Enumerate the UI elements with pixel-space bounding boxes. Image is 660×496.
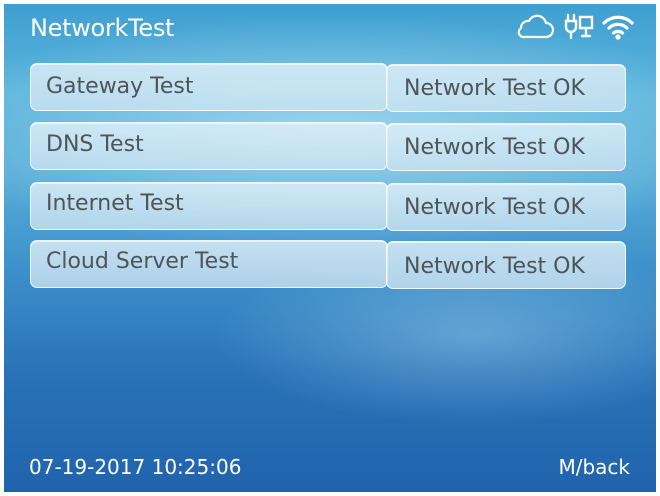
test-name: Cloud Server Test [46, 249, 239, 274]
test-name-cell: Cloud Server Test [30, 240, 388, 288]
test-result-cell: Network Test OK [386, 183, 626, 231]
test-result: Network Test OK [404, 195, 585, 220]
datetime-readout: 07-19-2017 10:25:06 [29, 455, 242, 479]
test-result: Network Test OK [404, 254, 585, 279]
test-result-cell: Network Test OK [386, 64, 626, 112]
status-icons [516, 12, 634, 44]
title-bar: NetworkTest [4, 4, 656, 50]
test-name-cell: Gateway Test [30, 63, 388, 111]
back-button[interactable]: M/back [558, 455, 630, 479]
device-screen: NetworkTest Gateway Test Network Test OK… [4, 4, 656, 492]
test-result: Network Test OK [404, 135, 585, 160]
ethernet-plug-icon [564, 12, 594, 46]
test-result-cell: Network Test OK [386, 123, 626, 171]
test-name-cell: DNS Test [30, 122, 388, 170]
test-row-internet[interactable]: Internet Test Network Test OK [30, 182, 626, 232]
test-result: Network Test OK [404, 76, 585, 101]
wifi-icon [602, 14, 634, 44]
test-name: Internet Test [46, 191, 184, 216]
test-row-dns[interactable]: DNS Test Network Test OK [30, 122, 626, 172]
test-row-gateway[interactable]: Gateway Test Network Test OK [30, 63, 626, 113]
cloud-icon [516, 14, 555, 44]
test-name-cell: Internet Test [30, 182, 388, 230]
test-result-cell: Network Test OK [386, 241, 626, 289]
test-name: Gateway Test [46, 74, 194, 99]
app-title: NetworkTest [30, 14, 175, 42]
test-row-cloud-server[interactable]: Cloud Server Test Network Test OK [30, 240, 626, 290]
test-name: DNS Test [46, 132, 144, 157]
